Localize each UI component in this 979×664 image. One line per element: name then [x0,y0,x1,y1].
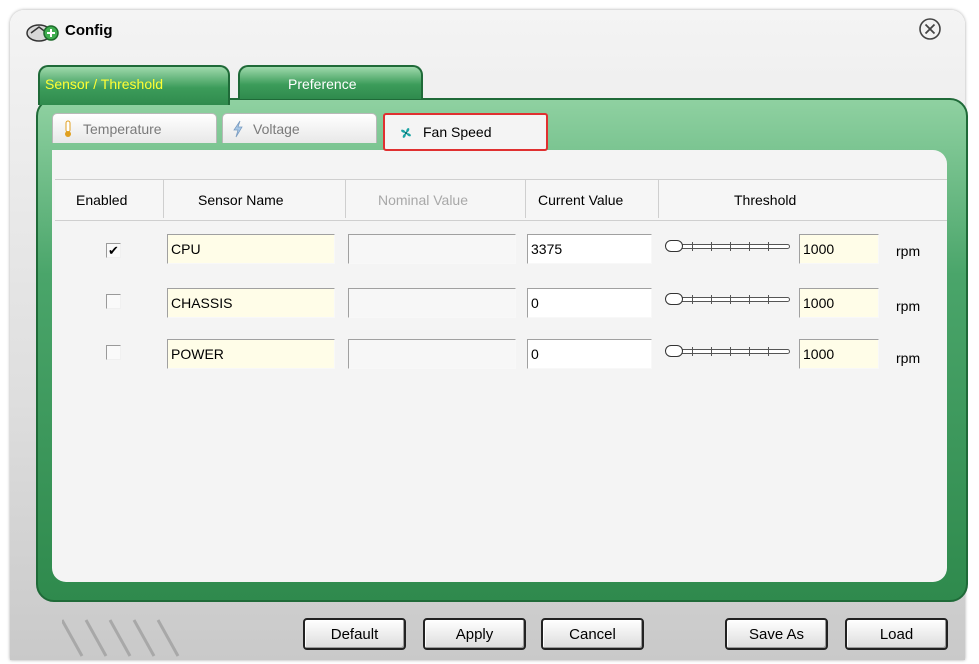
header-threshold: Threshold [734,192,797,208]
cancel-button[interactable]: Cancel [541,618,644,650]
sensor-name-field[interactable]: CHASSIS [167,288,335,318]
load-button[interactable]: Load [845,618,948,650]
current-value-field: 0 [527,339,652,369]
apply-button[interactable]: Apply [423,618,526,650]
header-sensor-name: Sensor Name [198,192,284,208]
threshold-field[interactable]: 1000 [799,234,879,264]
tab-preference[interactable]: Preference [238,65,423,99]
nominal-value-field [348,234,516,264]
nominal-value-field [348,288,516,318]
nominal-value-field [348,339,516,369]
enabled-checkbox[interactable] [106,345,121,360]
lightning-icon [233,120,243,138]
tab-sensor-threshold[interactable]: Sensor / Threshold [38,65,230,105]
current-value-field: 3375 [527,234,652,264]
enabled-checkbox[interactable]: ✔ [106,243,121,258]
tab-sensor-threshold-label: Sensor / Threshold [45,76,164,92]
unit-label: rpm [896,243,921,259]
header-enabled: Enabled [76,192,128,208]
subtab-voltage[interactable]: Voltage [222,113,377,143]
threshold-slider[interactable] [665,345,795,359]
close-icon[interactable] [917,16,943,42]
tab-preference-label: Preference [288,76,357,92]
subtab-fan-speed[interactable]: Fan Speed [383,113,548,151]
default-button[interactable]: Default [303,618,406,650]
slider-knob[interactable] [665,345,683,357]
header-current-value: Current Value [538,192,624,208]
subtab-fan-speed-label: Fan Speed [423,124,492,140]
table-header [55,179,947,221]
threshold-field[interactable]: 1000 [799,339,879,369]
window-title: Config [65,22,113,39]
unit-label: rpm [896,298,921,314]
column-divider [345,180,346,218]
threshold-slider[interactable] [665,293,795,307]
threshold-field[interactable]: 1000 [799,288,879,318]
monitor-gear-icon [26,24,59,42]
column-divider [163,180,164,218]
unit-label: rpm [896,350,921,366]
slider-knob[interactable] [665,240,683,252]
sensor-name-field[interactable]: CPU [167,234,335,264]
current-value-field: 0 [527,288,652,318]
resize-grip-icon [62,619,180,657]
subtab-temperature-label: Temperature [83,121,162,137]
subtab-voltage-label: Voltage [253,121,300,137]
sensor-name-field[interactable]: POWER [167,339,335,369]
slider-knob[interactable] [665,293,683,305]
column-divider [525,180,526,218]
save-as-button[interactable]: Save As [725,618,828,650]
thermometer-icon [65,120,71,137]
column-divider [658,180,659,218]
fan-icon [401,128,411,138]
header-nominal-value: Nominal Value [378,192,469,208]
subtab-temperature[interactable]: Temperature [52,113,217,143]
threshold-slider[interactable] [665,240,795,254]
enabled-checkbox[interactable] [106,294,121,309]
